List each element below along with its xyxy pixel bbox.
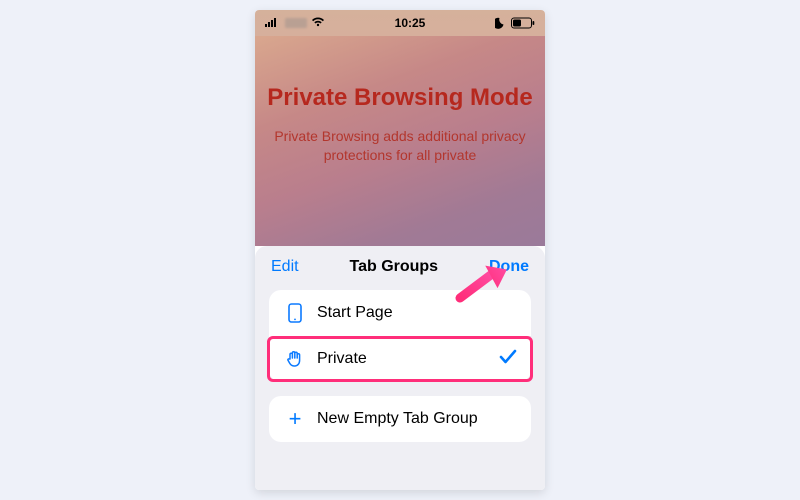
edit-button[interactable]: Edit	[271, 258, 299, 276]
hand-icon	[283, 349, 307, 369]
tab-group-list: Start Page Private	[269, 290, 531, 382]
battery-icon	[511, 17, 535, 29]
new-group-section: + New Empty Tab Group	[269, 396, 531, 442]
wifi-icon	[311, 16, 325, 30]
new-empty-tab-group[interactable]: + New Empty Tab Group	[269, 396, 531, 442]
carrier-blur	[285, 18, 307, 28]
row-label: Start Page	[317, 304, 517, 322]
tab-groups-sheet: Edit Tab Groups Done Start Page Private	[255, 246, 545, 490]
tab-group-private[interactable]: Private	[269, 336, 531, 382]
done-button[interactable]: Done	[489, 258, 529, 276]
moon-icon	[495, 17, 507, 29]
status-time: 10:25	[395, 16, 426, 30]
signal-icon	[265, 16, 281, 30]
sheet-title: Tab Groups	[349, 258, 438, 276]
status-bar: 10:25	[255, 10, 545, 36]
device-icon	[283, 303, 307, 323]
checkmark-icon	[499, 349, 517, 370]
sheet-header: Edit Tab Groups Done	[255, 246, 545, 286]
row-label: New Empty Tab Group	[317, 410, 517, 428]
tab-group-start-page[interactable]: Start Page	[269, 290, 531, 336]
phone-frame: 10:25 Private Browsing Mode Private Brow…	[255, 10, 545, 490]
private-browsing-hero: Private Browsing Mode Private Browsing a…	[255, 36, 545, 246]
row-label: Private	[317, 350, 499, 368]
plus-icon: +	[283, 408, 307, 430]
hero-title: Private Browsing Mode	[255, 84, 545, 113]
hero-subtitle: Private Browsing adds additional privacy…	[255, 127, 545, 165]
